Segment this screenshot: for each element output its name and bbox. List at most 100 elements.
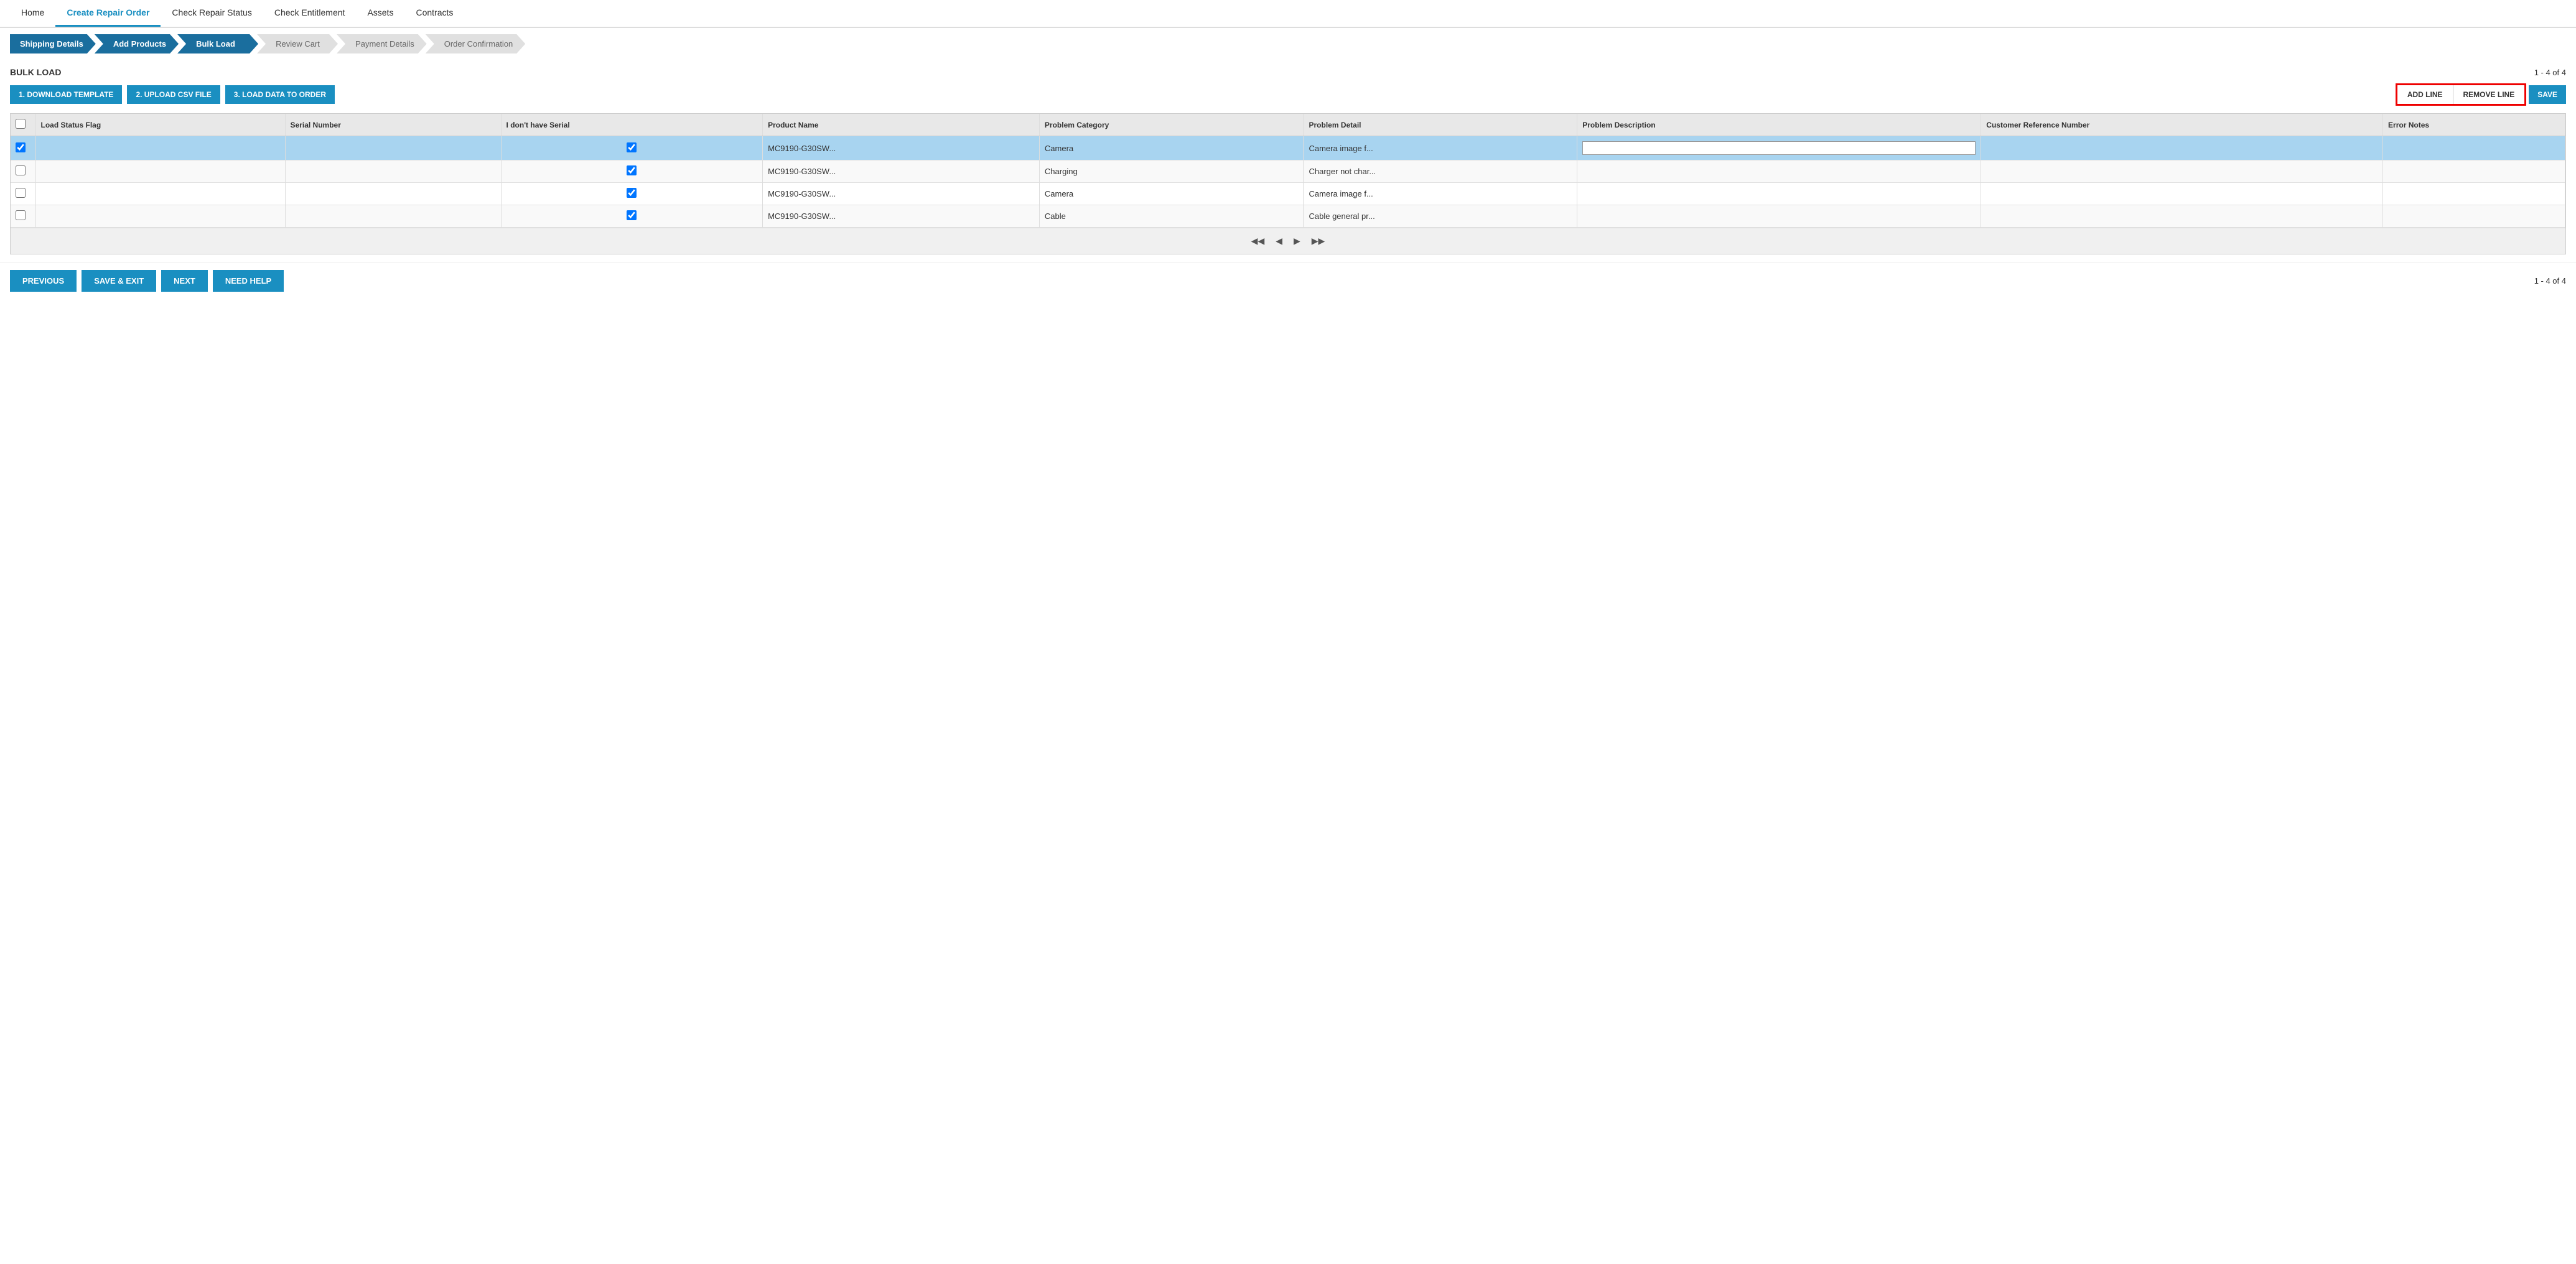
- row-checkbox-cell: [11, 160, 35, 183]
- step-add-products[interactable]: Add Products: [95, 34, 179, 53]
- serial-cell: [285, 205, 501, 228]
- row-checkbox-cell: [11, 205, 35, 228]
- problem-category-cell: Camera: [1039, 183, 1304, 205]
- serial-cell: [285, 136, 501, 160]
- download-template-button[interactable]: 1. DOWNLOAD TEMPLATE: [10, 85, 122, 104]
- problem-description-cell[interactable]: [1577, 160, 1981, 183]
- no-serial-checkbox-2[interactable]: [627, 188, 637, 198]
- row-checkbox-cell: [11, 136, 35, 160]
- step-shipping-details[interactable]: Shipping Details: [10, 34, 96, 53]
- problem-detail-cell: Camera image f...: [1304, 183, 1577, 205]
- next-button[interactable]: NEXT: [161, 270, 208, 292]
- step-order-confirmation[interactable]: Order Confirmation: [426, 34, 526, 53]
- load-status-cell: [35, 136, 285, 160]
- stepper: Shipping Details Add Products Bulk Load …: [0, 28, 2576, 60]
- no-serial-cell: [501, 205, 763, 228]
- no-serial-cell: [501, 136, 763, 160]
- problem-category-cell: Charging: [1039, 160, 1304, 183]
- row-checkbox-1[interactable]: [16, 165, 26, 175]
- nav-create-repair-order[interactable]: Create Repair Order: [55, 0, 161, 27]
- previous-button[interactable]: PREVIOUS: [10, 270, 77, 292]
- col-detail: Problem Detail: [1304, 114, 1577, 136]
- toolbar-right: ADD LINE REMOVE LINE SAVE: [2396, 83, 2566, 106]
- product-name-cell: MC9190-G30SW...: [763, 160, 1040, 183]
- step-payment-details[interactable]: Payment Details: [337, 34, 427, 53]
- last-page-button[interactable]: ▶▶: [1309, 235, 1328, 248]
- pagination-bottom: 1 - 4 of 4: [2534, 276, 2566, 286]
- problem-description-cell[interactable]: [1577, 136, 1981, 160]
- error-notes-cell: [2383, 160, 2565, 183]
- col-error: Error Notes: [2383, 114, 2565, 136]
- save-exit-button[interactable]: SAVE & EXIT: [82, 270, 156, 292]
- table-row: MC9190-G30SW...ChargingCharger not char.…: [11, 160, 2565, 183]
- next-page-button[interactable]: ▶: [1290, 235, 1304, 248]
- problem-description-cell[interactable]: [1577, 183, 1981, 205]
- content-area: BULK LOAD 1 - 4 of 4 1. DOWNLOAD TEMPLAT…: [0, 60, 2576, 262]
- load-status-cell: [35, 205, 285, 228]
- problem-detail-cell: Cable general pr...: [1304, 205, 1577, 228]
- problem-category-cell: Camera: [1039, 136, 1304, 160]
- table-header-row: Load Status Flag Serial Number I don't h…: [11, 114, 2565, 136]
- serial-cell: [285, 183, 501, 205]
- row-checkbox-0[interactable]: [16, 142, 26, 152]
- customer-ref-cell: [1981, 183, 2383, 205]
- problem-category-cell: Cable: [1039, 205, 1304, 228]
- no-serial-checkbox-1[interactable]: [627, 165, 637, 175]
- bottom-bar: PREVIOUS SAVE & EXIT NEXT NEED HELP 1 - …: [0, 262, 2576, 299]
- first-page-button[interactable]: ◀◀: [1248, 235, 1268, 248]
- add-line-button[interactable]: ADD LINE: [2397, 85, 2453, 104]
- problem-description-input[interactable]: [1582, 141, 1976, 155]
- bulk-load-table-wrapper: Load Status Flag Serial Number I don't h…: [10, 113, 2566, 254]
- nav-contracts[interactable]: Contracts: [404, 0, 464, 27]
- step-bulk-load[interactable]: Bulk Load: [177, 34, 258, 53]
- remove-line-button[interactable]: REMOVE LINE: [2453, 85, 2525, 104]
- customer-ref-cell: [1981, 160, 2383, 183]
- pagination-top: 1 - 4 of 4: [2534, 68, 2566, 77]
- customer-ref-cell: [1981, 205, 2383, 228]
- prev-page-button[interactable]: ◀: [1272, 235, 1286, 248]
- upload-csv-button[interactable]: 2. UPLOAD CSV FILE: [127, 85, 220, 104]
- col-load-status: Load Status Flag: [35, 114, 285, 136]
- col-cust-ref: Customer Reference Number: [1981, 114, 2383, 136]
- bulk-load-title: BULK LOAD: [10, 67, 61, 77]
- load-status-cell: [35, 183, 285, 205]
- save-button[interactable]: SAVE: [2529, 85, 2566, 104]
- step-review-cart[interactable]: Review Cart: [257, 34, 338, 53]
- select-all-checkbox[interactable]: [16, 119, 26, 129]
- no-serial-checkbox-3[interactable]: [627, 210, 637, 220]
- product-name-cell: MC9190-G30SW...: [763, 205, 1040, 228]
- table-row: MC9190-G30SW...CameraCamera image f...: [11, 136, 2565, 160]
- nav-check-entitlement[interactable]: Check Entitlement: [263, 0, 357, 27]
- need-help-button[interactable]: NEED HELP: [213, 270, 284, 292]
- bulk-load-table: Load Status Flag Serial Number I don't h…: [11, 114, 2565, 228]
- no-serial-cell: [501, 183, 763, 205]
- col-checkbox: [11, 114, 35, 136]
- error-notes-cell: [2383, 205, 2565, 228]
- problem-detail-cell: Charger not char...: [1304, 160, 1577, 183]
- problem-detail-cell: Camera image f...: [1304, 136, 1577, 160]
- load-status-cell: [35, 160, 285, 183]
- row-checkbox-3[interactable]: [16, 210, 26, 220]
- nav-check-repair-status[interactable]: Check Repair Status: [161, 0, 263, 27]
- pagination-controls: ◀◀ ◀ ▶ ▶▶: [11, 228, 2565, 254]
- table-row: MC9190-G30SW...CableCable general pr...: [11, 205, 2565, 228]
- no-serial-cell: [501, 160, 763, 183]
- col-no-serial: I don't have Serial: [501, 114, 763, 136]
- load-data-button[interactable]: 3. LOAD DATA TO ORDER: [225, 85, 335, 104]
- row-checkbox-2[interactable]: [16, 188, 26, 198]
- error-notes-cell: [2383, 183, 2565, 205]
- row-checkbox-cell: [11, 183, 35, 205]
- col-category: Problem Category: [1039, 114, 1304, 136]
- col-description: Problem Description: [1577, 114, 1981, 136]
- no-serial-checkbox-0[interactable]: [627, 142, 637, 152]
- problem-description-cell[interactable]: [1577, 205, 1981, 228]
- error-notes-cell: [2383, 136, 2565, 160]
- serial-cell: [285, 160, 501, 183]
- nav-home[interactable]: Home: [10, 0, 55, 27]
- add-remove-box: ADD LINE REMOVE LINE: [2396, 83, 2526, 106]
- toolbar: 1. DOWNLOAD TEMPLATE 2. UPLOAD CSV FILE …: [10, 83, 2566, 106]
- bulk-load-header: BULK LOAD 1 - 4 of 4: [10, 67, 2566, 77]
- product-name-cell: MC9190-G30SW...: [763, 136, 1040, 160]
- nav-assets[interactable]: Assets: [356, 0, 404, 27]
- col-serial: Serial Number: [285, 114, 501, 136]
